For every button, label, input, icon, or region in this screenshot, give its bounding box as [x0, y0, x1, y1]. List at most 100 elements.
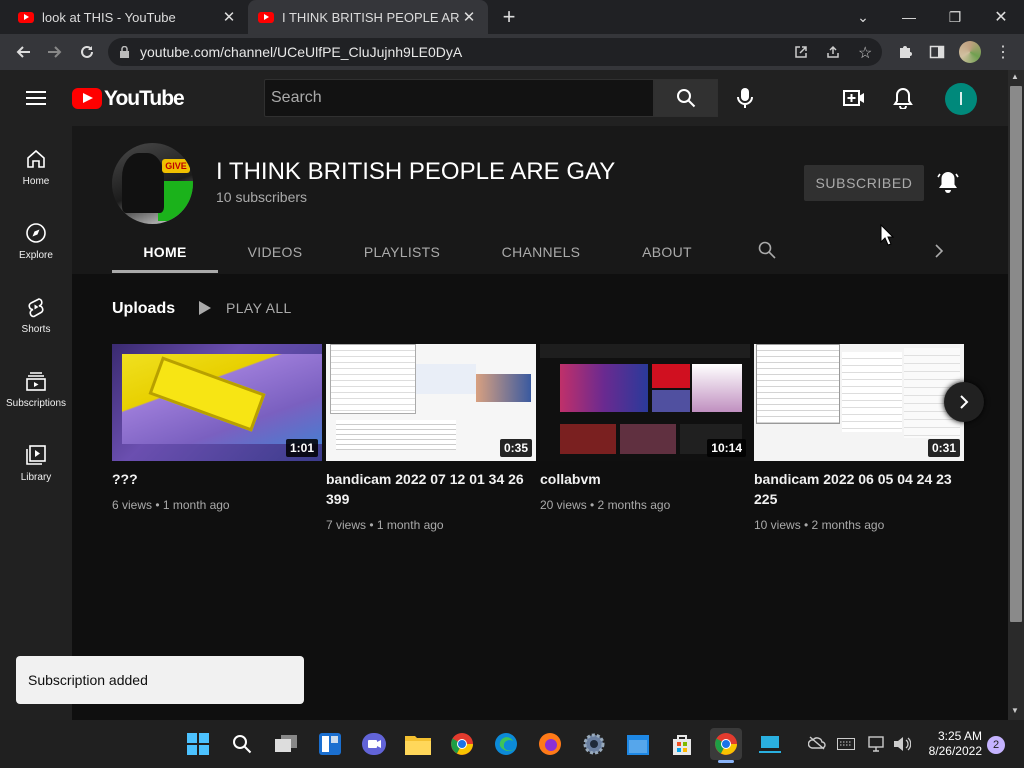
taskbar-clock[interactable]: 3:25 AM 8/26/2022 — [922, 729, 982, 759]
sidebar-item-shorts[interactable]: Shorts — [0, 296, 72, 370]
task-view-icon[interactable] — [270, 728, 302, 760]
search-input[interactable]: Search — [264, 79, 654, 117]
account-avatar[interactable]: I — [945, 83, 977, 115]
close-tab-icon[interactable]: ✕ — [220, 8, 238, 26]
url-text: youtube.com/channel/UCeUlfPE_CluJujnh9LE… — [140, 44, 463, 60]
chrome-taskbar-icon[interactable] — [446, 728, 478, 760]
share-icon[interactable] — [826, 45, 840, 62]
library-icon — [26, 445, 46, 465]
video-title[interactable]: bandicam 2022 07 12 01 34 26 399 — [326, 469, 536, 509]
close-tab-icon[interactable]: ✕ — [460, 8, 478, 26]
notification-bell-filled-icon[interactable] — [937, 170, 959, 199]
tabs-scroll-right-chevron-icon[interactable] — [934, 243, 944, 264]
scrollbar-thumb[interactable] — [1010, 86, 1022, 622]
settings-gear-icon[interactable] — [578, 728, 610, 760]
video-thumbnail[interactable]: 0:31 — [754, 344, 964, 461]
sidebar-item-explore[interactable]: Explore — [0, 222, 72, 296]
clock-time: 3:25 AM — [937, 729, 982, 743]
search-button[interactable] — [654, 79, 718, 117]
forward-arrow-icon[interactable] — [40, 34, 70, 70]
minimize-window-icon[interactable]: — — [886, 0, 932, 34]
volume-icon[interactable] — [893, 736, 912, 757]
widgets-icon[interactable] — [314, 728, 346, 760]
tab-videos[interactable]: VIDEOS — [234, 232, 316, 272]
sidebar-item-label: Subscriptions — [5, 398, 67, 409]
subscriptions-icon — [26, 372, 46, 391]
channel-search-icon[interactable] — [758, 241, 776, 264]
scroll-down-arrow-icon[interactable]: ▼ — [1011, 706, 1019, 715]
notifications-bell-icon[interactable] — [893, 87, 913, 114]
video-meta: 20 views • 2 months ago — [540, 498, 671, 512]
address-bar[interactable]: youtube.com/channel/UCeUlfPE_CluJujnh9LE… — [108, 38, 882, 66]
voice-search-mic-icon[interactable] — [736, 87, 754, 114]
extensions-puzzle-icon[interactable] — [890, 34, 920, 70]
video-thumbnail[interactable]: 10:14 — [540, 344, 750, 461]
file-explorer-icon[interactable] — [402, 728, 434, 760]
profile-avatar[interactable] — [959, 41, 981, 63]
mouse-cursor-icon — [880, 223, 895, 251]
bookmark-star-icon[interactable]: ☆ — [858, 43, 872, 63]
teams-chat-icon[interactable] — [358, 728, 390, 760]
side-panel-icon[interactable] — [922, 34, 952, 70]
video-thumbnail[interactable]: 1:01 — [112, 344, 322, 461]
browser-tab-1[interactable]: look at THIS - YouTube ✕ — [8, 0, 248, 34]
tab-playlists[interactable]: PLAYLISTS — [352, 232, 452, 272]
video-meta: 6 views • 1 month ago — [112, 498, 230, 512]
scroll-up-arrow-icon[interactable]: ▲ — [1011, 72, 1019, 81]
reload-icon[interactable] — [72, 34, 102, 70]
tab-search-chevron-icon[interactable]: ⌄ — [840, 0, 886, 34]
subscriber-count: 10 subscribers — [216, 189, 308, 205]
browser-tab-2-active[interactable]: I THINK BRITISH PEOPLE ARE GAY ✕ — [248, 0, 488, 34]
video-title[interactable]: ??? — [112, 469, 322, 489]
video-thumbnail[interactable]: 0:35 — [326, 344, 536, 461]
hamburger-menu-icon[interactable] — [26, 90, 46, 111]
create-video-icon[interactable] — [843, 88, 865, 113]
close-window-icon[interactable]: ✕ — [978, 0, 1024, 34]
active-tab-indicator — [112, 270, 218, 273]
open-external-icon[interactable] — [794, 45, 808, 62]
sidebar-item-home[interactable]: Home — [0, 148, 72, 222]
back-arrow-icon[interactable] — [8, 34, 38, 70]
active-app-indicator — [718, 760, 734, 763]
firefox-icon[interactable] — [534, 728, 566, 760]
uploads-heading[interactable]: Uploads — [112, 300, 175, 318]
youtube-logo-icon[interactable] — [72, 88, 102, 109]
video-duration: 10:14 — [707, 439, 746, 457]
tab-channels[interactable]: CHANNELS — [492, 232, 590, 272]
chrome-active-taskbar-icon[interactable] — [710, 728, 742, 760]
video-title[interactable]: collabvm — [540, 469, 750, 489]
notification-count-badge[interactable]: 2 — [987, 736, 1005, 754]
youtube-logo-text[interactable]: YouTube — [104, 87, 185, 111]
microsoft-store-icon[interactable] — [666, 728, 698, 760]
network-icon[interactable] — [868, 736, 886, 757]
restore-window-icon[interactable]: ❐ — [932, 0, 978, 34]
lock-icon[interactable] — [120, 45, 129, 58]
sidebar-item-subscriptions[interactable]: Subscriptions — [0, 370, 72, 444]
chrome-menu-icon[interactable]: ⋮ — [988, 34, 1018, 70]
channel-avatar: GIVE — [112, 143, 193, 224]
tab-title: look at THIS - YouTube — [42, 9, 176, 25]
tab-about[interactable]: ABOUT — [632, 232, 702, 272]
toast-notification: Subscription added — [16, 656, 304, 704]
shelf-next-button[interactable] — [944, 382, 984, 422]
search-placeholder: Search — [271, 89, 322, 106]
channel-name: I THINK BRITISH PEOPLE ARE GAY — [216, 158, 616, 185]
video-title[interactable]: bandicam 2022 06 05 04 24 23 225 — [754, 469, 964, 509]
tab-home[interactable]: HOME — [112, 232, 218, 272]
taskbar-search-icon[interactable] — [226, 728, 258, 760]
home-icon — [27, 149, 45, 168]
new-tab-plus-icon[interactable]: + — [496, 6, 522, 28]
video-duration: 0:35 — [499, 439, 532, 457]
edge-browser-icon[interactable] — [490, 728, 522, 760]
start-windows-icon[interactable] — [182, 728, 214, 760]
play-all-button[interactable]: PLAY ALL — [198, 300, 292, 316]
calendar-app-icon[interactable] — [622, 728, 654, 760]
remote-desktop-icon[interactable] — [754, 728, 786, 760]
cloud-offline-icon[interactable] — [807, 736, 826, 755]
sidebar-item-label: Shorts — [21, 324, 51, 335]
play-icon — [199, 301, 211, 315]
sidebar-item-library[interactable]: Library — [0, 444, 72, 518]
keyboard-icon[interactable] — [837, 737, 855, 755]
subscribed-button[interactable]: SUBSCRIBED — [804, 165, 924, 201]
compass-icon — [26, 223, 46, 243]
